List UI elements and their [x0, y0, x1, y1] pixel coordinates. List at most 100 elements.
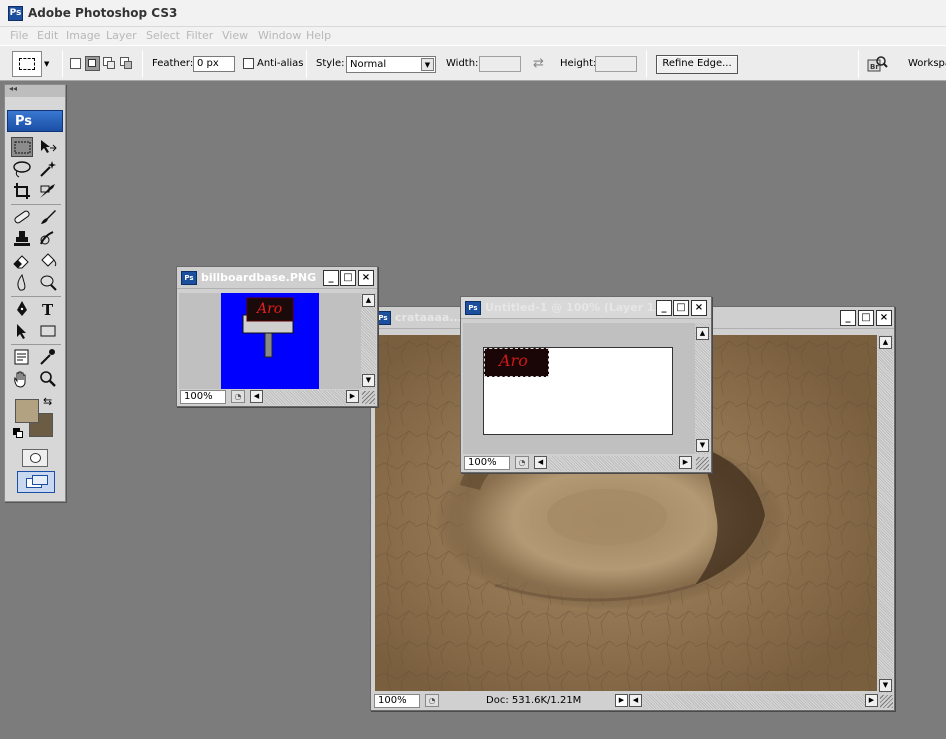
new-selection-icon[interactable]	[70, 58, 81, 69]
swap-dimensions-icon[interactable]: ⇄	[533, 56, 544, 71]
navigator-icon[interactable]: ◔	[231, 390, 245, 403]
layer-selection[interactable]: Aro	[484, 348, 549, 377]
scroll-down-icon[interactable]: ▼	[696, 439, 709, 452]
horizontal-scrollbar[interactable]	[264, 390, 346, 405]
menu-view[interactable]: View	[222, 29, 248, 42]
swap-colors-icon[interactable]: ⇆	[43, 395, 52, 408]
paint-bucket-tool[interactable]	[37, 251, 59, 271]
menu-filter[interactable]: Filter	[186, 29, 213, 42]
menu-layer[interactable]: Layer	[106, 29, 137, 42]
untitled-canvas[interactable]: Aro	[483, 347, 673, 435]
scroll-left-icon[interactable]: ◀	[534, 456, 547, 469]
status-menu-arrow-icon[interactable]: ▶	[615, 694, 628, 707]
menu-window[interactable]: Window	[258, 29, 301, 42]
foreground-color-swatch[interactable]	[15, 399, 39, 423]
height-input[interactable]	[595, 56, 637, 72]
dodge-tool[interactable]	[37, 273, 59, 293]
feather-input[interactable]: 0 px	[193, 56, 235, 72]
pen-tool[interactable]	[11, 299, 33, 319]
menu-help[interactable]: Help	[306, 29, 331, 42]
notes-tool[interactable]	[11, 347, 33, 367]
vertical-scrollbar[interactable]: ▲ ▼	[878, 335, 893, 694]
width-input[interactable]	[479, 56, 521, 72]
screen-mode-button[interactable]	[17, 471, 55, 493]
maximize-button[interactable]: □	[858, 310, 874, 326]
zoom-input[interactable]: 100%	[374, 694, 420, 708]
resize-grip-icon[interactable]	[696, 457, 709, 470]
hand-tool[interactable]	[11, 369, 33, 389]
magic-wand-tool[interactable]	[37, 159, 59, 179]
scroll-right-icon[interactable]: ▶	[679, 456, 692, 469]
default-colors-icon[interactable]	[13, 428, 23, 438]
menu-image[interactable]: Image	[66, 29, 100, 42]
minimize-button[interactable]: _	[323, 270, 339, 286]
document-titlebar[interactable]: Ps billboardbase.PNG ... _ □ ×	[177, 267, 377, 289]
eyedropper-tool[interactable]	[37, 347, 59, 367]
zoom-tool[interactable]	[37, 369, 59, 389]
intersect-selection-icon[interactable]	[120, 57, 133, 70]
preset-arrow-icon[interactable]: ▼	[44, 60, 49, 68]
navigator-icon[interactable]: ◔	[515, 456, 529, 469]
collapse-icon[interactable]: ◂◂	[9, 84, 17, 93]
refine-edge-button[interactable]: Refine Edge...	[656, 55, 738, 74]
healing-brush-tool[interactable]	[11, 207, 33, 227]
rectangle-tool[interactable]	[37, 321, 59, 341]
quick-mask-button[interactable]	[22, 449, 48, 467]
horizontal-scrollbar[interactable]	[643, 694, 865, 709]
minimize-button[interactable]: _	[840, 310, 856, 326]
scroll-right-icon[interactable]: ▶	[346, 390, 359, 403]
subtract-selection-icon[interactable]	[103, 57, 116, 70]
document-workspace[interactable]: Aro	[179, 293, 361, 389]
close-button[interactable]: ×	[691, 300, 707, 316]
zoom-input[interactable]: 100%	[464, 456, 510, 470]
rectangular-marquee-tool[interactable]	[11, 137, 33, 157]
vertical-scrollbar[interactable]: ▲ ▼	[695, 323, 710, 454]
antialias-checkbox[interactable]	[243, 58, 254, 69]
minimize-button[interactable]: _	[656, 300, 672, 316]
scroll-down-icon[interactable]: ▼	[879, 679, 892, 692]
document-titlebar[interactable]: Ps Untitled-1 @ 100% (Layer 1... _ □ ×	[461, 297, 711, 319]
resize-grip-icon[interactable]	[362, 391, 375, 404]
close-button[interactable]: ×	[358, 270, 374, 286]
menu-file[interactable]: File	[10, 29, 28, 42]
zoom-input[interactable]: 100%	[180, 390, 226, 404]
toolbox-header[interactable]: ◂◂	[5, 84, 65, 97]
ps-logo[interactable]: Ps	[7, 110, 63, 132]
horizontal-scrollbar[interactable]	[548, 456, 679, 471]
history-brush-tool[interactable]	[37, 229, 59, 249]
scroll-left-icon[interactable]: ◀	[629, 694, 642, 707]
scroll-up-icon[interactable]: ▲	[879, 336, 892, 349]
style-label: Style:	[316, 58, 345, 69]
maximize-button[interactable]: □	[673, 300, 689, 316]
navigator-icon[interactable]: ◔	[425, 694, 439, 707]
close-button[interactable]: ×	[876, 310, 892, 326]
menu-select[interactable]: Select	[146, 29, 180, 42]
tool-preset-picker[interactable]	[12, 51, 42, 77]
resize-grip-icon[interactable]	[880, 695, 893, 708]
document-workspace[interactable]: Aro	[463, 323, 695, 454]
slice-tool[interactable]	[37, 181, 59, 201]
scroll-up-icon[interactable]: ▲	[696, 327, 709, 340]
path-selection-tool[interactable]	[11, 321, 33, 341]
scroll-right-icon[interactable]: ▶	[865, 694, 878, 707]
clone-stamp-tool[interactable]	[11, 229, 33, 249]
vertical-scrollbar[interactable]: ▲ ▼	[361, 293, 376, 389]
menu-edit[interactable]: Edit	[37, 29, 58, 42]
blur-tool[interactable]	[11, 273, 33, 293]
lasso-tool[interactable]	[11, 159, 33, 179]
bridge-icon[interactable]: Br	[866, 54, 888, 74]
style-dropdown[interactable]: Normal ▼	[346, 56, 436, 73]
scroll-down-icon[interactable]: ▼	[362, 374, 375, 387]
scroll-up-icon[interactable]: ▲	[362, 294, 375, 307]
maximize-button[interactable]: □	[340, 270, 356, 286]
scroll-left-icon[interactable]: ◀	[250, 390, 263, 403]
crop-tool[interactable]	[11, 181, 33, 201]
eraser-tool[interactable]	[11, 251, 33, 271]
doc-size-info[interactable]: Doc: 531.6K/1.21M	[486, 695, 581, 706]
move-tool[interactable]	[37, 137, 59, 157]
billboard-canvas[interactable]: Aro	[221, 293, 319, 389]
add-to-selection-icon[interactable]	[85, 56, 100, 71]
brush-tool[interactable]	[37, 207, 59, 227]
workspace-menu[interactable]: Workspace	[908, 58, 946, 69]
type-tool[interactable]: T	[37, 299, 59, 319]
